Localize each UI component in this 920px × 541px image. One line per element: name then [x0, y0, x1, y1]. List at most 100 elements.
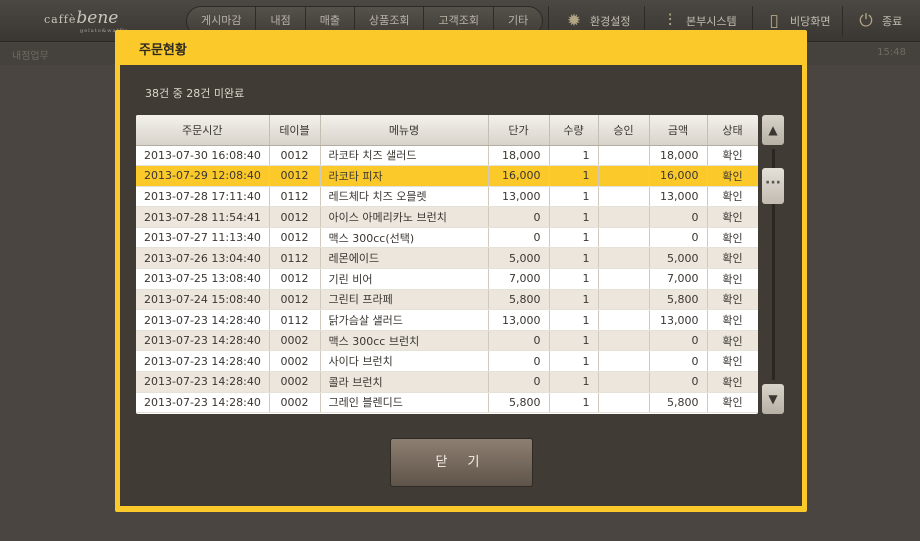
cell-qty: 1 [549, 165, 599, 187]
cell-status: 확인 [707, 227, 758, 249]
cell-menu: 레드체다 치즈 오믈렛 [320, 186, 489, 208]
col-header-table[interactable]: 테이블 [269, 115, 321, 146]
divider [842, 6, 843, 36]
table-row[interactable]: 2013-07-24 15:08:40 0012 그린티 프라페 5,800 1 5,80… [136, 289, 758, 311]
cell-amount: 5,000 [649, 247, 708, 270]
cell-table: 0112 [269, 247, 321, 270]
col-header-time[interactable]: 주문시간 [136, 115, 270, 146]
power-icon: ⏻ [859, 11, 873, 31]
cell-price: 18,000 [488, 145, 550, 167]
col-header-price[interactable]: 단가 [488, 115, 550, 146]
cell-table: 0012 [269, 268, 321, 290]
cell-menu: 그린티 프라페 [320, 289, 489, 311]
cell-approval [598, 247, 650, 270]
cell-amount: 13,000 [649, 309, 708, 331]
cell-status: 확인 [707, 186, 758, 208]
cell-qty: 1 [549, 186, 599, 208]
cell-amount: 16,000 [649, 165, 708, 187]
cell-qty: 1 [549, 350, 599, 373]
table-scrollbar[interactable]: ▲ ··· ▼ [760, 115, 785, 414]
cell-qty: 1 [549, 206, 599, 228]
brand-logo: caffèbene gelato&waffle [44, 8, 129, 34]
cell-table: 0002 [269, 371, 321, 393]
dialog-body: 38건 중 28건 미완료 주문시간 테이블 메뉴명 단가 수량 승인 금액 상… [120, 65, 802, 506]
close-button[interactable]: 닫 기 [390, 438, 533, 487]
cell-menu: 기린 비어 [320, 268, 489, 290]
cell-status: 확인 [707, 145, 758, 167]
col-header-menu[interactable]: 메뉴명 [320, 115, 489, 146]
cell-amount: 0 [649, 371, 708, 393]
cell-table: 0002 [269, 392, 321, 414]
cell-approval [598, 268, 650, 290]
col-header-status[interactable]: 상태 [707, 115, 758, 146]
cell-status: 확인 [707, 392, 758, 414]
cell-amount: 5,800 [649, 289, 708, 311]
col-header-amount[interactable]: 금액 [649, 115, 708, 146]
dialog-title: 주문현황 [139, 43, 187, 58]
cell-status: 확인 [707, 247, 758, 270]
cell-price: 7,000 [488, 268, 550, 290]
col-header-approval[interactable]: 승인 [598, 115, 650, 146]
cell-table: 0012 [269, 289, 321, 311]
tablet-icon: ▯ [769, 11, 779, 31]
table-row[interactable]: 2013-07-27 11:13:40 0012 맥스 300cc(선택) 0 1 0 확인 [136, 227, 758, 249]
scroll-up-button[interactable]: ▲ [762, 115, 784, 145]
cell-qty: 1 [549, 330, 599, 352]
cell-price: 5,800 [488, 289, 550, 311]
table-row[interactable]: 2013-07-28 17:11:40 0112 레드체다 치즈 오믈렛 13,000… [136, 186, 758, 208]
order-summary: 38건 중 28건 미완료 [145, 87, 245, 100]
table-row[interactable]: 2013-07-23 14:28:40 0002 그레인 블렌디드 5,800 1 5,8… [136, 392, 758, 414]
table-header: 주문시간 테이블 메뉴명 단가 수량 승인 금액 상태 [136, 115, 758, 146]
cell-approval [598, 330, 650, 352]
cell-price: 0 [488, 371, 550, 393]
table-row[interactable]: 2013-07-23 14:28:40 0002 사이다 브런치 0 1 0 확인 [136, 350, 758, 373]
cell-time: 2013-07-28 17:11:40 [136, 186, 270, 208]
table-row[interactable]: 2013-07-26 13:04:40 0112 레몬에이드 5,000 1 5,000 확… [136, 247, 758, 270]
cell-approval [598, 227, 650, 249]
cell-qty: 1 [549, 289, 599, 311]
cell-table: 0112 [269, 309, 321, 331]
cell-status: 확인 [707, 371, 758, 393]
cell-table: 0012 [269, 206, 321, 228]
table-row[interactable]: 2013-07-29 12:08:40 0012 라코타 피자 16,000 1 16,0… [136, 165, 758, 187]
cell-qty: 1 [549, 371, 599, 393]
cell-menu: 콜라 브런치 [320, 371, 489, 393]
cell-price: 16,000 [488, 165, 550, 187]
cell-amount: 0 [649, 330, 708, 352]
cell-table: 0112 [269, 186, 321, 208]
gear-icon: ✹ [566, 11, 582, 31]
table-row[interactable]: 2013-07-28 11:54:41 0012 아이스 아메리카노 브런치 0 1 0 확… [136, 206, 758, 228]
cell-time: 2013-07-23 14:28:40 [136, 392, 270, 414]
cell-price: 0 [488, 350, 550, 373]
table-row[interactable]: 2013-07-23 14:28:40 0002 맥스 300cc 브런치 0 1 0 확인 [136, 330, 758, 352]
cell-status: 확인 [707, 206, 758, 228]
cell-price: 13,000 [488, 186, 550, 208]
table-row[interactable]: 2013-07-25 13:08:40 0012 기린 비어 7,000 1 7,000 확… [136, 268, 758, 290]
clock: 15:48 [877, 47, 906, 58]
cell-time: 2013-07-23 14:28:40 [136, 350, 270, 373]
table-row[interactable]: 2013-07-30 16:08:40 0012 라코타 치즈 샐러드 18,000 1… [136, 145, 758, 167]
cell-time: 2013-07-26 13:04:40 [136, 247, 270, 270]
cell-table: 0002 [269, 350, 321, 373]
cell-menu: 맥스 300cc(선택) [320, 227, 489, 249]
cell-approval [598, 206, 650, 228]
table-row[interactable]: 2013-07-23 14:28:40 0112 닭가슴살 샐러드 13,000 1 13… [136, 309, 758, 331]
scroll-thumb[interactable]: ··· [762, 168, 784, 204]
cell-amount: 0 [649, 206, 708, 228]
cell-table: 0012 [269, 227, 321, 249]
cell-menu: 레몬에이드 [320, 247, 489, 270]
cell-price: 5,800 [488, 392, 550, 414]
order-status-dialog: 주문현황 38건 중 28건 미완료 주문시간 테이블 메뉴명 단가 수량 승인 [115, 30, 807, 512]
cell-amount: 0 [649, 350, 708, 373]
cell-table: 0002 [269, 330, 321, 352]
table-row[interactable]: 2013-07-23 14:28:40 0002 콜라 브런치 0 1 0 확인 [136, 371, 758, 393]
col-header-qty[interactable]: 수량 [549, 115, 599, 146]
cell-menu: 사이다 브런치 [320, 350, 489, 373]
cell-amount: 13,000 [649, 186, 708, 208]
cell-approval [598, 289, 650, 311]
scroll-down-button[interactable]: ▼ [762, 384, 784, 414]
cell-menu: 그레인 블렌디드 [320, 392, 489, 414]
triangle-up-icon: ▲ [768, 123, 778, 137]
exit-button[interactable]: ⏻ 종료 [856, 8, 902, 34]
cell-price: 0 [488, 330, 550, 352]
